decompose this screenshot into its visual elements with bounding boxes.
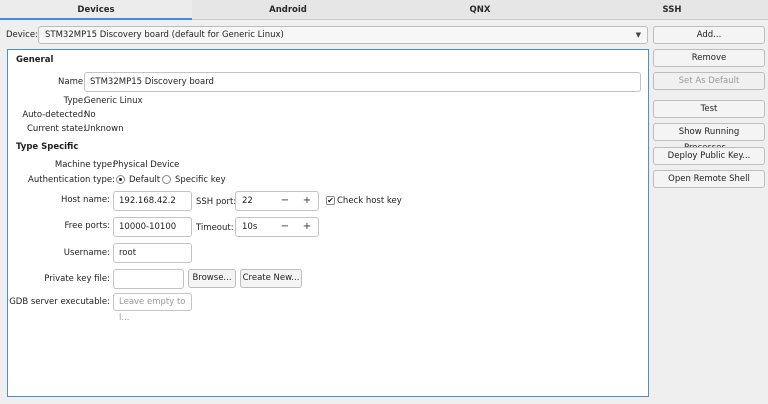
device-label: Device:	[6, 30, 38, 40]
tab-android[interactable]: Android	[192, 0, 384, 20]
ssh-port-label: SSH port:	[196, 197, 237, 207]
host-name-label: Host name:	[60, 195, 110, 205]
current-state-value: Unknown	[84, 124, 124, 134]
set-as-default-button[interactable]: Set As Default	[653, 72, 765, 90]
browse-button[interactable]: Browse...	[188, 269, 236, 288]
auto-detected-value: No	[84, 110, 96, 120]
username-field[interactable]: root	[113, 243, 192, 263]
current-state-label: Current state:	[26, 124, 86, 134]
ssh-port-value: 22	[242, 196, 253, 206]
add-button[interactable]: Add...	[653, 26, 765, 44]
ssh-port-increment-button[interactable]: +	[296, 192, 318, 210]
auto-detected-label: Auto-detected:	[22, 110, 86, 120]
machine-type-label: Machine type:	[54, 160, 115, 170]
free-ports-label: Free ports:	[64, 221, 110, 231]
free-ports-field[interactable]: 10000-10100	[113, 217, 192, 237]
device-select[interactable]: STM32MP15 Discovery board (default for G…	[38, 26, 648, 44]
tab-qnx[interactable]: QNX	[384, 0, 576, 20]
general-section-title: General	[16, 55, 54, 65]
timeout-label: Timeout:	[196, 223, 234, 233]
type-label: Type:	[63, 96, 86, 106]
name-label: Name:	[58, 77, 86, 87]
name-field[interactable]: STM32MP15 Discovery board	[84, 72, 641, 92]
type-specific-section-title: Type Specific	[16, 142, 79, 152]
machine-type-value: Physical Device	[113, 160, 180, 170]
private-key-file-label: Private key file:	[44, 274, 110, 284]
remove-button[interactable]: Remove	[653, 49, 765, 67]
show-running-processes-button[interactable]: Show Running Processes...	[653, 123, 765, 153]
device-select-value: STM32MP15 Discovery board (default for G…	[45, 30, 284, 40]
timeout-increment-button[interactable]: +	[296, 218, 318, 236]
device-settings-panel: General Name: STM32MP15 Discovery board …	[7, 49, 649, 397]
deploy-public-key-button[interactable]: Deploy Public Key...	[653, 147, 765, 165]
type-value: Generic Linux	[84, 96, 143, 106]
chevron-down-icon: ▼	[635, 31, 641, 39]
tab-ssh[interactable]: SSH	[576, 0, 768, 20]
create-new-button[interactable]: Create New...	[240, 269, 302, 288]
ssh-port-spinbox[interactable]: 22 − +	[235, 191, 319, 211]
username-label: Username:	[63, 248, 110, 258]
timeout-decrement-button[interactable]: −	[274, 218, 296, 236]
test-button[interactable]: Test	[653, 100, 765, 118]
open-remote-shell-button[interactable]: Open Remote Shell	[653, 170, 765, 188]
auth-default-radio[interactable]	[116, 175, 125, 184]
timeout-spinbox[interactable]: 10s − +	[235, 217, 319, 237]
gdb-server-executable-field[interactable]: Leave empty to l...	[113, 293, 192, 323]
tab-bar: Devices Android QNX SSH	[0, 0, 768, 20]
ssh-port-decrement-button[interactable]: −	[274, 192, 296, 210]
host-name-field[interactable]: 192.168.42.2	[113, 191, 192, 211]
authentication-type-label: Authentication type:	[28, 175, 115, 185]
auth-default-label: Default	[129, 175, 161, 185]
auth-specific-key-label: Specific key	[175, 175, 226, 185]
check-host-key-label: Check host key	[337, 196, 402, 206]
timeout-value: 10s	[242, 222, 258, 232]
private-key-file-field[interactable]	[113, 269, 184, 289]
auth-specific-key-radio[interactable]	[162, 175, 171, 184]
gdb-server-executable-label: GDB server executable:	[9, 297, 110, 307]
tab-devices[interactable]: Devices	[0, 0, 192, 20]
check-host-key-checkbox[interactable]: ✔	[326, 196, 335, 205]
